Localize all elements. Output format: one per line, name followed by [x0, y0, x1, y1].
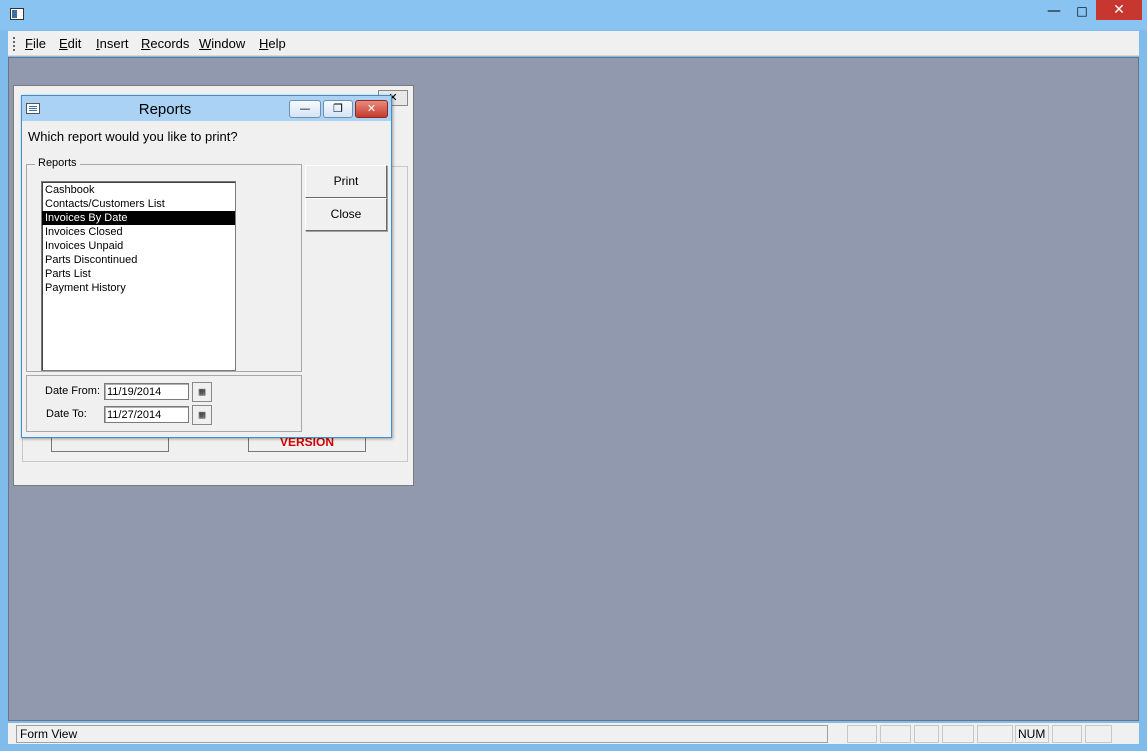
menu-help[interactable]: Help [259, 36, 286, 51]
app-minimize-button[interactable]: — [1040, 0, 1068, 22]
dialog-restore-button[interactable]: ❐ [323, 100, 353, 118]
report-item-payment-history[interactable]: Payment History [42, 281, 235, 295]
menu-records[interactable]: Records [141, 36, 189, 51]
status-panel [914, 725, 939, 743]
status-panel [1052, 725, 1082, 743]
date-to-field[interactable] [104, 406, 189, 423]
status-bar: Form View NUM [8, 723, 1139, 744]
close-button[interactable]: Close [305, 198, 387, 231]
dialog-minimize-button[interactable]: — [289, 100, 321, 118]
reports-listbox[interactable]: Cashbook Contacts/Customers List Invoice… [41, 181, 236, 371]
date-from-field[interactable] [104, 383, 189, 400]
main-form-button-left[interactable] [51, 436, 169, 452]
calendar-icon[interactable]: ▦ [192, 405, 212, 425]
print-button[interactable]: Print [305, 165, 387, 198]
report-item-contacts-customers-list[interactable]: Contacts/Customers List [42, 197, 235, 211]
reports-group-label: Reports [35, 157, 80, 169]
reports-group: Reports Cashbook Contacts/Customers List… [26, 157, 302, 372]
app-maximize-button[interactable]: □ [1069, 0, 1095, 22]
date-from-label: Date From: [45, 385, 101, 397]
status-panel [1085, 725, 1112, 743]
date-range-group: Date From: ▦ Date To: ▦ [26, 375, 302, 432]
dialog-prompt: Which report would you like to print? [28, 129, 238, 144]
report-item-parts-discontinued[interactable]: Parts Discontinued [42, 253, 235, 267]
menu-grip-handle[interactable] [13, 37, 15, 51]
menu-window[interactable]: Window [199, 36, 245, 51]
dialog-title: Reports [138, 101, 192, 118]
menu-bar: File Edit Insert Records Window Help [8, 31, 1139, 56]
status-mode-text: Form View [16, 725, 828, 743]
reports-dialog: Reports — ❐ ✕ Which report would you lik… [21, 95, 392, 438]
status-panel [847, 725, 877, 743]
status-panel [880, 725, 911, 743]
status-panel [942, 725, 974, 743]
calendar-icon[interactable]: ▦ [192, 382, 212, 402]
status-panel [977, 725, 1013, 743]
app-window-icon[interactable] [10, 8, 24, 20]
report-item-parts-list[interactable]: Parts List [42, 267, 235, 281]
report-item-invoices-unpaid[interactable]: Invoices Unpaid [42, 239, 235, 253]
dialog-titlebar[interactable]: Reports — ❐ ✕ [22, 96, 391, 121]
menu-file[interactable]: File [25, 36, 46, 51]
dialog-close-button[interactable]: ✕ [355, 100, 388, 118]
app-titlebar: — □ ✕ [0, 0, 1147, 30]
report-item-invoices-by-date[interactable]: Invoices By Date [42, 211, 235, 225]
date-to-label: Date To: [46, 408, 87, 420]
app-close-button[interactable]: ✕ [1096, 0, 1142, 20]
num-lock-indicator: NUM [1015, 725, 1049, 743]
menu-insert[interactable]: Insert [96, 36, 129, 51]
report-item-cashbook[interactable]: Cashbook [42, 183, 235, 197]
report-item-invoices-closed[interactable]: Invoices Closed [42, 225, 235, 239]
menu-edit[interactable]: Edit [59, 36, 81, 51]
version-label: VERSION [248, 436, 366, 452]
